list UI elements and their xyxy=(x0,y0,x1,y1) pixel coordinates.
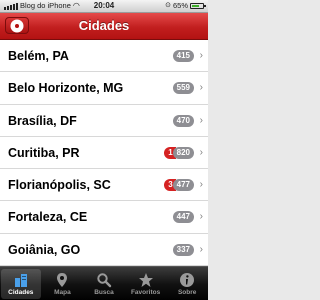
city-name: Belém, PA xyxy=(8,49,69,63)
chevron-right-icon: › xyxy=(199,82,203,94)
list-item[interactable]: Florianópolis, SC 3 477 › xyxy=(0,169,208,202)
status-right: ⊙ 65% xyxy=(165,0,206,12)
star-icon xyxy=(138,271,154,289)
chevron-right-icon: › xyxy=(199,179,203,191)
count-badge: 337 xyxy=(172,243,194,256)
tab-label: Mapa xyxy=(54,289,71,296)
chevron-right-icon: › xyxy=(199,243,203,255)
tab-favoritos[interactable]: Favoritos xyxy=(126,269,166,299)
battery-icon xyxy=(190,3,206,9)
city-list[interactable]: Belém, PA 415 › Belo Horizonte, MG 559 ›… xyxy=(0,40,208,266)
city-name: Fortaleza, CE xyxy=(8,210,88,225)
city-name: Brasília, DF xyxy=(8,113,77,128)
badge-group: 447 xyxy=(172,211,194,224)
count-badge: 820 xyxy=(172,146,194,159)
tab-busca[interactable]: Busca xyxy=(84,269,124,299)
list-item[interactable]: Fortaleza, CE 447 › xyxy=(0,201,208,234)
tab-label: Cidades xyxy=(8,289,34,296)
map-pin-icon xyxy=(54,271,70,289)
info-icon xyxy=(179,271,195,289)
city-icon xyxy=(13,271,29,289)
city-name: Curitiba, PR xyxy=(8,145,80,160)
tab-cidades[interactable]: Cidades xyxy=(1,269,41,299)
count-badge: 470 xyxy=(172,114,194,127)
navigation-bar: Cidades xyxy=(0,13,208,40)
chevron-right-icon: › xyxy=(199,211,203,223)
badge-group: 415 xyxy=(172,50,194,62)
status-bar: Blog do iPhone ◠ 20:04 ⊙ 65% xyxy=(0,0,208,13)
tab-label: Sobre xyxy=(177,289,197,296)
page-title: Cidades xyxy=(78,18,130,33)
tab-mapa[interactable]: Mapa xyxy=(43,269,83,299)
city-name: Belo Horizonte, MG xyxy=(8,81,124,96)
list-item[interactable]: Goiânia, GO 337 › xyxy=(0,233,208,266)
list-item[interactable]: Brasília, DF 470 › xyxy=(0,104,208,137)
tab-label: Favoritos xyxy=(130,289,161,296)
badge-group: 470 xyxy=(172,114,194,127)
count-badge: 415 xyxy=(172,50,194,62)
badge-group: 1 820 xyxy=(164,146,194,159)
count-badge: 447 xyxy=(172,211,194,224)
tab-label: Busca xyxy=(94,289,114,296)
location-icon: ⊙ xyxy=(165,2,171,9)
badge-group: 337 xyxy=(172,243,194,256)
app-screen: Blog do iPhone ◠ 20:04 ⊙ 65% Cidades Bel… xyxy=(0,0,208,300)
count-badge: 477 xyxy=(172,179,194,192)
chevron-right-icon: › xyxy=(199,114,203,126)
city-name: Goiânia, GO xyxy=(8,242,81,257)
badge-group: 559 xyxy=(172,82,194,95)
list-item[interactable]: Curitiba, PR 1 820 › xyxy=(0,136,208,170)
list-item[interactable]: Belo Horizonte, MG 559 › xyxy=(0,72,208,105)
city-name: Florianópolis, SC xyxy=(8,178,111,193)
search-icon xyxy=(96,271,112,289)
count-badge: 559 xyxy=(172,82,194,95)
chevron-right-icon: › xyxy=(199,50,203,61)
chevron-right-icon: › xyxy=(199,146,203,158)
list-item[interactable]: Belém, PA 415 › xyxy=(0,40,208,73)
badge-group: 3 477 xyxy=(164,179,194,192)
tab-sobre[interactable]: Sobre xyxy=(167,269,207,299)
battery-percent: 65% xyxy=(172,1,188,10)
tab-bar: Cidades Mapa Busca Favoritos Sobre xyxy=(0,266,208,300)
